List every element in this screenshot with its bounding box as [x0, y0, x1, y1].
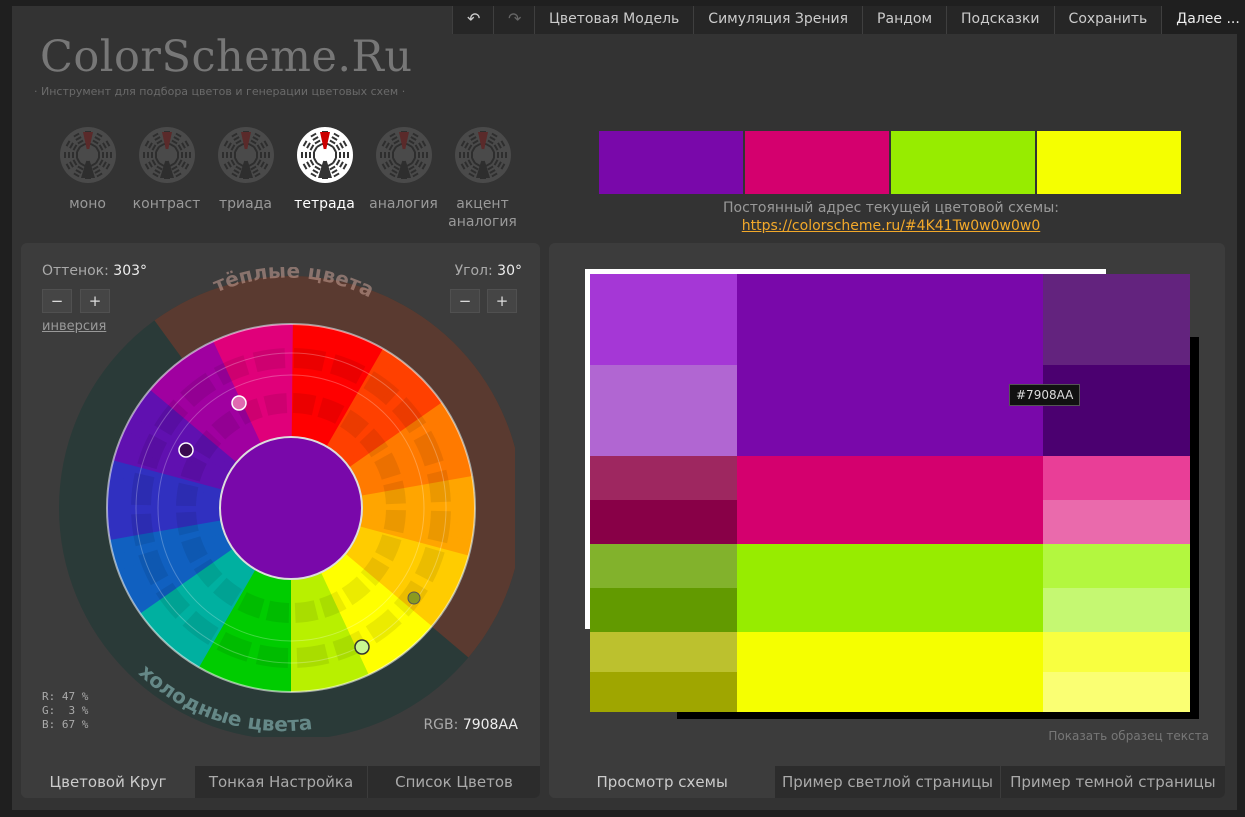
undo-icon[interactable]: ↶ [452, 6, 493, 34]
green-handle[interactable] [354, 639, 370, 655]
magenta-light-swatch[interactable] [590, 456, 737, 500]
magenta-dark-swatch[interactable] [590, 500, 737, 544]
magenta-handle[interactable] [231, 395, 247, 411]
scheme-option-3[interactable]: тетрада [285, 126, 364, 231]
scheme-label: аналогия [369, 196, 438, 212]
menu-vision-simulation[interactable]: Симуляция Зрения [693, 6, 862, 34]
tab-fine-tuning[interactable]: Тонкая Настройка [194, 766, 367, 798]
menu-color-model[interactable]: Цветовая Модель [534, 6, 693, 34]
scheme-icon [217, 127, 274, 183]
tab-color-wheel[interactable]: Цветовой Круг [21, 766, 194, 798]
scheme-color-grid [590, 274, 1190, 712]
angle-readout: Угол: 30° [454, 263, 522, 279]
permalink-label: Постоянный адрес текущей цветовой схемы: [722, 200, 1059, 216]
menu-more[interactable]: Далее ... [1161, 6, 1245, 34]
scheme-label: контраст [132, 196, 201, 212]
yellow-main-swatch[interactable] [737, 632, 1043, 712]
green-shade-swatch[interactable] [1043, 544, 1190, 588]
scheme-label: тетрада [294, 196, 355, 212]
purple-light-swatch[interactable] [590, 274, 737, 365]
scheme-icon [296, 127, 353, 183]
preview-panel-tabs: Просмотр схемы Пример светлой страницы П… [549, 766, 1225, 798]
scheme-option-4[interactable]: аналогия [364, 126, 443, 231]
tab-light-page-example[interactable]: Пример светлой страницы [774, 766, 1000, 798]
yellow-dark-swatch[interactable] [590, 672, 737, 712]
swatch-1[interactable] [745, 131, 889, 194]
scheme-option-1[interactable]: контраст [127, 126, 206, 231]
scheme-preview: #7908AA [585, 269, 1199, 724]
purple-tint-swatch[interactable] [1043, 365, 1190, 456]
magenta-shade-swatch[interactable] [1043, 456, 1190, 500]
show-sample-text-link[interactable]: Показать образец текста [1048, 729, 1209, 743]
swatch-3[interactable] [1037, 131, 1181, 194]
yellow-handle[interactable] [407, 591, 421, 605]
top-toolbar: ↶ ↷ Цветовая Модель Симуляция Зрения Ран… [452, 6, 1245, 34]
scheme-label: триада [219, 196, 272, 212]
green-main-swatch[interactable] [737, 544, 1043, 632]
swatch-0[interactable] [599, 131, 743, 194]
purple-main-swatch[interactable] [737, 274, 1043, 456]
scheme-label: моно [69, 196, 106, 212]
scheme-swatches [599, 131, 1181, 194]
site-logo[interactable]: ColorScheme.Ru [40, 32, 413, 82]
wheel-panel-tabs: Цветовой Круг Тонкая Настройка Список Цв… [21, 766, 540, 798]
angle-plus-button[interactable]: + [487, 289, 517, 313]
color-wheel-panel: тёплые цвета холодные цвета Оттенок: 303… [21, 243, 540, 798]
color-tooltip: #7908AA [1009, 384, 1081, 406]
tab-color-list[interactable]: Список Цветов [367, 766, 540, 798]
scheme-icon [375, 127, 432, 183]
purple-dark-swatch[interactable] [590, 365, 737, 456]
scheme-option-5[interactable]: акцент аналогия [443, 126, 522, 231]
angle-minus-button[interactable]: − [450, 289, 480, 313]
magenta-main-swatch[interactable] [737, 456, 1043, 544]
inversion-link[interactable]: инверсия [42, 319, 106, 334]
green-dark-swatch[interactable] [590, 588, 737, 632]
color-wheel[interactable]: тёплые цвета холодные цвета [45, 267, 515, 737]
green-tint-swatch[interactable] [1043, 588, 1190, 632]
scheme-option-0[interactable]: моно [48, 126, 127, 231]
scheme-icon [138, 127, 195, 183]
permalink-link[interactable]: https://colorscheme.ru/#4K41Tw0w0w0w0 [599, 218, 1183, 234]
menu-hints[interactable]: Подсказки [946, 6, 1054, 34]
rgb-hex-readout: RGB: 7908AA [423, 717, 518, 733]
scheme-icon [454, 127, 511, 183]
scheme-label: акцент аналогия [448, 196, 517, 230]
green-light-swatch[interactable] [590, 544, 737, 588]
yellow-tint-swatch[interactable] [1043, 672, 1190, 712]
yellow-shade-swatch[interactable] [1043, 632, 1190, 672]
tab-dark-page-example[interactable]: Пример темной страницы [999, 766, 1225, 798]
redo-icon[interactable]: ↷ [493, 6, 534, 34]
hue-plus-button[interactable]: + [80, 289, 110, 313]
hue-minus-button[interactable]: − [42, 289, 72, 313]
scheme-selector: моно контраст триада тетрада аналогия ак… [48, 126, 522, 231]
purple-handle[interactable] [178, 442, 194, 458]
site-tagline: · Инструмент для подбора цветов и генера… [34, 85, 406, 98]
menu-random[interactable]: Рандом [862, 6, 946, 34]
swatch-2[interactable] [891, 131, 1035, 194]
magenta-tint-swatch[interactable] [1043, 500, 1190, 544]
purple-shade-swatch[interactable] [1043, 274, 1190, 365]
center-color-disc [219, 436, 363, 580]
yellow-light-swatch[interactable] [590, 632, 737, 672]
hue-readout: Оттенок: 303° [42, 263, 148, 279]
app-window: ↶ ↷ Цветовая Модель Симуляция Зрения Ран… [12, 6, 1245, 810]
rgb-percent-readout: R: 47 % G: 3 % B: 67 % [42, 690, 89, 731]
scheme-option-2[interactable]: триада [206, 126, 285, 231]
scheme-preview-panel: #7908AA Показать образец текста Просмотр… [549, 243, 1225, 798]
menu-save[interactable]: Сохранить [1053, 6, 1162, 34]
scheme-icon [59, 127, 116, 183]
tab-scheme-preview[interactable]: Просмотр схемы [549, 766, 775, 798]
